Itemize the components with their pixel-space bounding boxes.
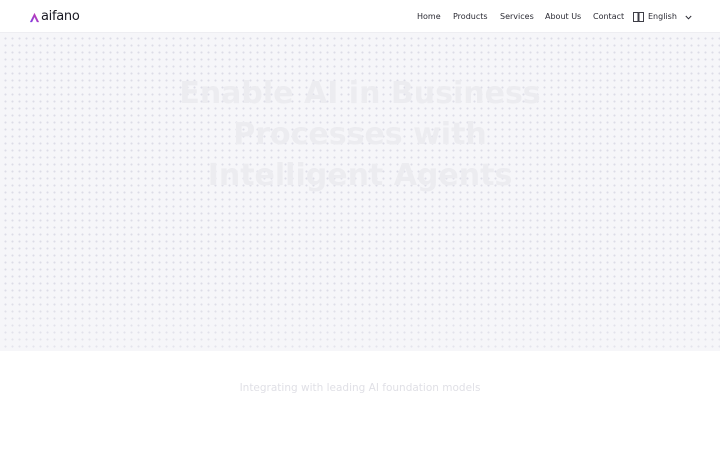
brand-name: aifano [41,9,80,24]
site-header: aifano Home Products Services About Us C… [0,0,720,33]
nav-item-about-us[interactable]: About Us [545,12,581,22]
language-icon [633,12,644,22]
nav-item-products[interactable]: Products [453,12,488,22]
language-label: English [648,12,677,21]
partners-caption: Integrating with leading AI foundation m… [239,382,481,394]
chevron-down-icon [685,15,692,20]
logo-mark-icon [29,12,40,22]
nav-item-services[interactable]: Services [500,12,534,22]
nav-item-contact[interactable]: Contact [593,12,624,22]
nav-item-home[interactable]: Home [417,12,441,22]
page: aifano Home Products Services About Us C… [0,0,720,450]
hero-title: Enable AI in Business Processes with Int… [179,76,541,193]
language-selector[interactable]: English [633,11,692,23]
brand-logo[interactable]: aifano [29,9,80,25]
